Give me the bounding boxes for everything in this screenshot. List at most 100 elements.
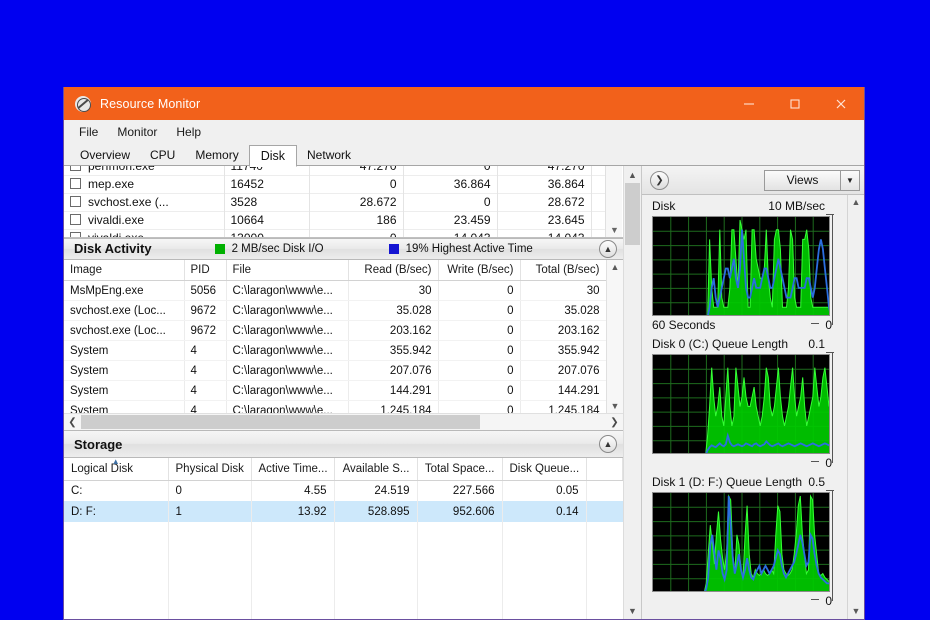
- menu-item-monitor[interactable]: Monitor: [111, 123, 166, 141]
- disk-activity-scroll[interactable]: ImagePIDFileRead (B/sec)Write (B/sec)Tot…: [64, 260, 606, 413]
- read-cell: 207.076: [348, 361, 438, 381]
- chevron-up-icon[interactable]: ▲: [599, 240, 617, 258]
- file-cell: C:\laragon\www\e...: [226, 401, 348, 413]
- column-header[interactable]: PID: [184, 260, 226, 281]
- row-checkbox[interactable]: [70, 166, 81, 171]
- process-blank-cell: [591, 175, 605, 193]
- main-scroll-thumb[interactable]: [625, 183, 640, 245]
- table-row[interactable]: svchost.exe (Loc...9672C:\laragon\www\e.…: [64, 321, 606, 341]
- table-row[interactable]: perfmon.exe1174047.270047.270: [64, 166, 605, 175]
- tab-cpu[interactable]: CPU: [140, 145, 185, 166]
- column-header[interactable]: Write (B/sec): [438, 260, 520, 281]
- scroll-up-icon[interactable]: ▲: [852, 195, 861, 210]
- graph-time-range: 60 Seconds: [652, 318, 715, 332]
- table-row[interactable]: MsMpEng.exe5056C:\laragon\www\e...30030: [64, 281, 606, 301]
- column-header[interactable]: Read (B/sec): [348, 260, 438, 281]
- table-row[interactable]: C:04.5524.519227.5660.05: [64, 480, 623, 501]
- scroll-up-icon[interactable]: ▲: [611, 260, 620, 274]
- hscroll-thumb[interactable]: [81, 415, 480, 429]
- process-table: perfmon.exe1174047.270047.270mep.exe1645…: [64, 166, 605, 238]
- tab-memory[interactable]: Memory: [185, 145, 248, 166]
- disk-activity-hscrollbar[interactable]: ❮ ❯: [64, 413, 623, 430]
- graph-max-value: 0.1: [808, 337, 825, 351]
- processes-with-disk-activity-list[interactable]: perfmon.exe1174047.270047.270mep.exe1645…: [64, 166, 623, 238]
- storage-section: Storage ▲ Logical Disk▲Physical DiskActi…: [64, 430, 623, 619]
- column-header[interactable]: Total (B/sec): [520, 260, 606, 281]
- process-blank-cell: [591, 166, 605, 175]
- column-header[interactable]: Available S...: [334, 458, 417, 480]
- table-row[interactable]: vivaldi.exe13000014.04314.043: [64, 229, 605, 238]
- scroll-up-icon[interactable]: ▲: [624, 166, 641, 183]
- tab-overview[interactable]: Overview: [70, 145, 140, 166]
- table-row[interactable]: System4C:\laragon\www\e...1.245.18401.24…: [64, 401, 606, 413]
- main-scroll-track[interactable]: [624, 183, 641, 602]
- hscroll-track[interactable]: [81, 414, 606, 430]
- right-pane-scrollbar[interactable]: ▲ ▼: [847, 195, 864, 619]
- scroll-right-icon[interactable]: ❯: [606, 417, 623, 428]
- axis-bracket-bottom: [811, 461, 819, 462]
- active-time-cell: 4.55: [251, 480, 334, 501]
- column-header[interactable]: Disk Queue...: [502, 458, 586, 480]
- tab-network[interactable]: Network: [297, 145, 361, 166]
- file-cell: C:\laragon\www\e...: [226, 321, 348, 341]
- scroll-left-icon[interactable]: ❮: [64, 417, 81, 428]
- graph-stack: Disk10 MB/sec60 Seconds0Disk 0 (C:) Queu…: [642, 195, 847, 619]
- total-cell: 203.162: [520, 321, 606, 341]
- write-cell: 0: [438, 381, 520, 401]
- row-checkbox[interactable]: [70, 178, 81, 189]
- menu-item-file[interactable]: File: [73, 123, 107, 141]
- table-row[interactable]: svchost.exe (...352828.672028.672: [64, 193, 605, 211]
- maximize-button[interactable]: [772, 87, 818, 120]
- image-cell: System: [64, 341, 184, 361]
- menu-item-help[interactable]: Help: [170, 123, 210, 141]
- column-header[interactable]: File: [226, 260, 348, 281]
- close-button[interactable]: [818, 87, 864, 120]
- process-pid-cell: 3528: [224, 193, 309, 211]
- table-row[interactable]: mep.exe16452036.86436.864: [64, 175, 605, 193]
- legend-disk-io: 2 MB/sec Disk I/O: [215, 243, 324, 255]
- right-scroll-track[interactable]: [848, 210, 864, 604]
- pid-cell: 4: [184, 341, 226, 361]
- column-header[interactable]: Total Space...: [417, 458, 502, 480]
- column-header[interactable]: Logical Disk▲: [64, 458, 168, 480]
- title-bar[interactable]: Resource Monitor: [64, 87, 864, 120]
- storage-header[interactable]: Storage ▲: [64, 431, 623, 458]
- tab-disk[interactable]: Disk: [249, 145, 297, 167]
- row-checkbox[interactable]: [70, 214, 81, 225]
- disk-activity-header[interactable]: Disk Activity 2 MB/sec Disk I/O 19% High…: [64, 239, 623, 260]
- table-row[interactable]: System4C:\laragon\www\e...144.2910144.29…: [64, 381, 606, 401]
- storage-table-area[interactable]: Logical Disk▲Physical DiskActive Time...…: [64, 458, 623, 619]
- graph-max-value: 0.5: [808, 475, 825, 489]
- row-checkbox[interactable]: [70, 232, 81, 238]
- disk-activity-table-area: ImagePIDFileRead (B/sec)Write (B/sec)Tot…: [64, 260, 623, 413]
- process-total-cell: 14.043: [497, 229, 591, 238]
- views-button[interactable]: Views ▼: [764, 170, 860, 191]
- vscroll-track[interactable]: [607, 274, 623, 399]
- filler-cell: [586, 501, 623, 522]
- disk-activity-vscrollbar[interactable]: ▲ ▼: [606, 260, 623, 413]
- total-space-cell: 227.566: [417, 480, 502, 501]
- table-row[interactable]: D: F:113.92528.895952.6060.14: [64, 501, 623, 522]
- process-total-cell: 23.645: [497, 211, 591, 229]
- chevron-up-icon[interactable]: ▲: [599, 435, 617, 453]
- scroll-down-icon[interactable]: ▼: [611, 399, 620, 413]
- scroll-down-icon[interactable]: ▼: [852, 604, 861, 619]
- chevron-right-icon[interactable]: ❯: [650, 171, 669, 190]
- table-row[interactable]: svchost.exe (Loc...9672C:\laragon\www\e.…: [64, 301, 606, 321]
- scroll-down-icon[interactable]: ▼: [610, 225, 619, 235]
- column-header[interactable]: Physical Disk: [168, 458, 251, 480]
- total-cell: 35.028: [520, 301, 606, 321]
- scroll-down-icon[interactable]: ▼: [624, 602, 641, 619]
- process-list-scrollbar[interactable]: ▼: [605, 166, 622, 237]
- table-row[interactable]: System4C:\laragon\www\e...207.0760207.07…: [64, 361, 606, 381]
- main-vertical-scrollbar[interactable]: ▲ ▼: [623, 166, 641, 619]
- row-checkbox[interactable]: [70, 196, 81, 207]
- chevron-down-icon[interactable]: ▼: [841, 176, 859, 185]
- minimize-button[interactable]: [726, 87, 772, 120]
- write-cell: 0: [438, 401, 520, 413]
- table-row[interactable]: vivaldi.exe1066418623.45923.645: [64, 211, 605, 229]
- process-read-cell: 28.672: [309, 193, 403, 211]
- column-header[interactable]: Active Time...: [251, 458, 334, 480]
- column-header[interactable]: Image: [64, 260, 184, 281]
- table-row[interactable]: System4C:\laragon\www\e...355.9420355.94…: [64, 341, 606, 361]
